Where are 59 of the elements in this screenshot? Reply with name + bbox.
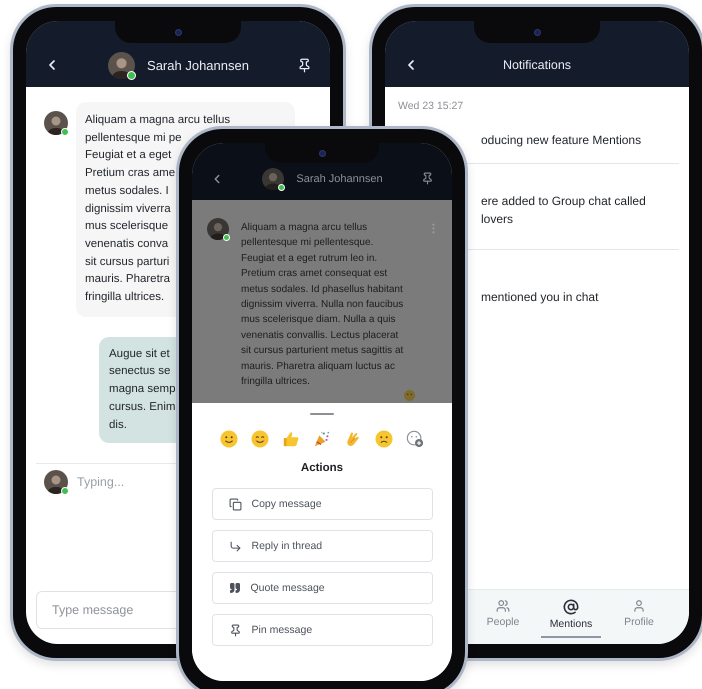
quote-icon bbox=[228, 582, 240, 594]
reply-arrow-icon bbox=[228, 540, 242, 552]
message-line: dignissim viverra bbox=[85, 202, 171, 217]
message-line: sit cursus parturi bbox=[85, 254, 170, 270]
notification-text: oducing new feature Mentions bbox=[481, 132, 642, 149]
action-button[interactable]: Pin message bbox=[212, 614, 432, 646]
message-line: senectus se bbox=[109, 364, 170, 380]
message-line: Feugiat et a eget bbox=[85, 148, 172, 164]
action-button[interactable]: Reply in thread bbox=[212, 530, 432, 562]
contact-name: Sarah Johannsen bbox=[296, 172, 383, 184]
camera-icon bbox=[534, 28, 540, 36]
action-button[interactable]: Copy message bbox=[212, 488, 432, 520]
contact-name: Sarah Johannsen bbox=[147, 58, 249, 72]
people-icon bbox=[496, 599, 510, 613]
sheet-title: Actions bbox=[300, 462, 344, 474]
message-line: fringilla ultrices. bbox=[85, 290, 164, 306]
at-sign-icon bbox=[563, 599, 579, 615]
message-line: mus scelerisque bbox=[85, 219, 168, 234]
notification-text: lovers bbox=[481, 211, 514, 228]
message-line: cursus. Enim bbox=[109, 400, 176, 415]
message-text: Aliquam a magna arcu tellus pellentesque mi pellentesque. Feugiat et a eget rutrum leo in. Pretium cras amet consequat est metus sodales. Id phasellus habitant dignissim viverra. Nulla non faucibus mus scelerisque diam. Nulla a quis venenatis convallis. Lectus placerat sit cursus parturient metus sagittis at mauris. Pharetra aliquam luctus ac fringilla ultrices. bbox=[241, 221, 404, 390]
action-button[interactable]: Quote message bbox=[212, 572, 432, 604]
pin-button[interactable] bbox=[420, 172, 434, 185]
message-line: Pretium cras ame bbox=[85, 166, 176, 182]
drag-handle[interactable] bbox=[310, 413, 334, 415]
notification-text: mentioned you in chat bbox=[481, 289, 598, 306]
camera-icon bbox=[318, 150, 326, 156]
avatar-icon bbox=[262, 168, 284, 190]
typing-indicator: Typing... bbox=[77, 475, 124, 490]
person-icon bbox=[632, 599, 646, 613]
notification-text: ere added to Group chat called bbox=[481, 193, 646, 210]
smiling-eyes-icon bbox=[251, 430, 269, 448]
message-line: Augue sit et bbox=[109, 346, 170, 362]
message-line: mauris. Pharetra bbox=[85, 272, 170, 288]
nav-tab[interactable]: Profile bbox=[609, 590, 669, 638]
avatar-icon bbox=[207, 218, 229, 240]
frowning-face-icon bbox=[375, 430, 393, 448]
avatar-icon bbox=[108, 52, 136, 78]
message-line: pellentesque mi pe bbox=[85, 130, 182, 146]
message-line: dis. bbox=[109, 418, 127, 433]
message-line: Aliquam a magna arcu tellus bbox=[85, 113, 230, 128]
message-line: metus sodales. I bbox=[85, 184, 169, 199]
party-popper-icon bbox=[313, 430, 331, 448]
nav-tab[interactable]: People bbox=[473, 590, 533, 638]
pin-icon bbox=[228, 624, 242, 636]
pin-button[interactable] bbox=[296, 58, 312, 72]
add-reaction-icon bbox=[406, 430, 424, 448]
message-line: venenatis conva bbox=[85, 236, 168, 252]
avatar-icon bbox=[44, 470, 68, 494]
avatar-icon bbox=[44, 111, 68, 135]
thumbs-up-icon bbox=[282, 430, 300, 448]
copy-icon bbox=[228, 498, 242, 510]
notification-date: Wed 23 15:27 bbox=[397, 100, 464, 114]
nav-tab[interactable]: Mentions bbox=[541, 590, 601, 638]
camera-icon bbox=[174, 28, 182, 36]
smiley-icon bbox=[220, 430, 238, 448]
reaction-emoji-icon bbox=[404, 390, 415, 401]
message-line: magna semp bbox=[109, 382, 176, 398]
screen-title: Notifications bbox=[502, 58, 572, 72]
